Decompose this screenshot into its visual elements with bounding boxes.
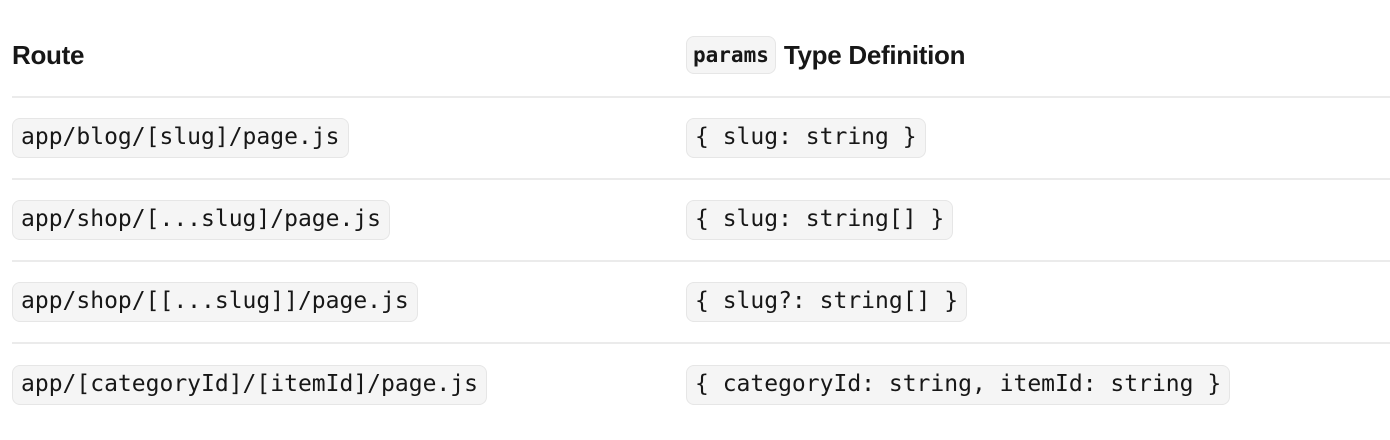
route-code: app/shop/[...slug]/page.js bbox=[12, 199, 391, 241]
route-code: app/[categoryId]/[itemId]/page.js bbox=[12, 364, 487, 406]
route-cell: app/blog/[slug]/page.js bbox=[12, 117, 686, 159]
params-code: { slug?: string[] } bbox=[686, 281, 968, 323]
params-code: { categoryId: string, itemId: string } bbox=[686, 364, 1231, 406]
params-table: Route params Type Definition app/blog/[s… bbox=[12, 14, 1390, 426]
table-header-row: Route params Type Definition bbox=[12, 14, 1390, 98]
route-code: app/blog/[slug]/page.js bbox=[12, 117, 349, 159]
params-cell: { slug?: string[] } bbox=[686, 281, 1390, 323]
table-row: app/[categoryId]/[itemId]/page.js { cate… bbox=[12, 344, 1390, 426]
route-cell: app/shop/[[...slug]]/page.js bbox=[12, 281, 686, 323]
table-row: app/blog/[slug]/page.js { slug: string } bbox=[12, 98, 1390, 180]
route-code: app/shop/[[...slug]]/page.js bbox=[12, 281, 418, 323]
params-cell: { categoryId: string, itemId: string } bbox=[686, 364, 1390, 406]
params-code: { slug: string[] } bbox=[686, 199, 954, 241]
header-params-code: params bbox=[686, 35, 776, 75]
params-cell: { slug: string } bbox=[686, 117, 1390, 159]
table-row: app/shop/[[...slug]]/page.js { slug?: st… bbox=[12, 262, 1390, 344]
header-type-cell: params Type Definition bbox=[686, 35, 1390, 75]
route-cell: app/shop/[...slug]/page.js bbox=[12, 199, 686, 241]
header-route-label: Route bbox=[12, 39, 85, 70]
table-row: app/shop/[...slug]/page.js { slug: strin… bbox=[12, 180, 1390, 262]
route-cell: app/[categoryId]/[itemId]/page.js bbox=[12, 364, 686, 406]
params-code: { slug: string } bbox=[686, 117, 926, 159]
header-type-definition-label: Type Definition bbox=[783, 39, 966, 70]
params-cell: { slug: string[] } bbox=[686, 199, 1390, 241]
header-route-cell: Route bbox=[12, 40, 686, 71]
